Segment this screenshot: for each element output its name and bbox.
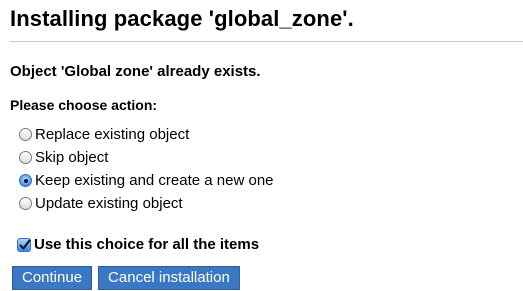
title-divider: [10, 41, 523, 42]
apply-to-all-label: Use this choice for all the items: [34, 236, 260, 253]
page-title: Installing package 'global_zone'.: [10, 6, 354, 31]
radio-keep-existing[interactable]: [19, 174, 32, 187]
action-buttons: Continue Cancel installation: [12, 266, 240, 290]
checkmark-icon: [19, 238, 31, 250]
radio-replace-existing[interactable]: [19, 128, 32, 141]
cancel-installation-button[interactable]: Cancel installation: [98, 266, 240, 290]
choose-action-label: Please choose action:: [10, 97, 158, 113]
option-skip-object[interactable]: Skip object: [19, 146, 274, 169]
action-radio-group: Replace existing object Skip object Keep…: [19, 123, 274, 215]
option-replace-existing[interactable]: Replace existing object: [19, 123, 274, 146]
radio-skip-object[interactable]: [19, 151, 32, 164]
option-keep-existing[interactable]: Keep existing and create a new one: [19, 169, 274, 192]
apply-to-all-option[interactable]: Use this choice for all the items: [17, 236, 259, 253]
option-update-existing-label: Update existing object: [35, 195, 183, 212]
option-skip-object-label: Skip object: [35, 149, 109, 166]
option-replace-existing-label: Replace existing object: [35, 126, 190, 143]
option-keep-existing-label: Keep existing and create a new one: [35, 172, 274, 189]
install-package-dialog: Installing package 'global_zone'. Object…: [0, 0, 523, 291]
continue-button[interactable]: Continue: [12, 266, 93, 290]
option-update-existing[interactable]: Update existing object: [19, 192, 274, 215]
object-exists-message: Object 'Global zone' already exists.: [10, 63, 261, 80]
radio-update-existing[interactable]: [19, 197, 32, 210]
apply-to-all-checkbox[interactable]: [17, 237, 31, 252]
